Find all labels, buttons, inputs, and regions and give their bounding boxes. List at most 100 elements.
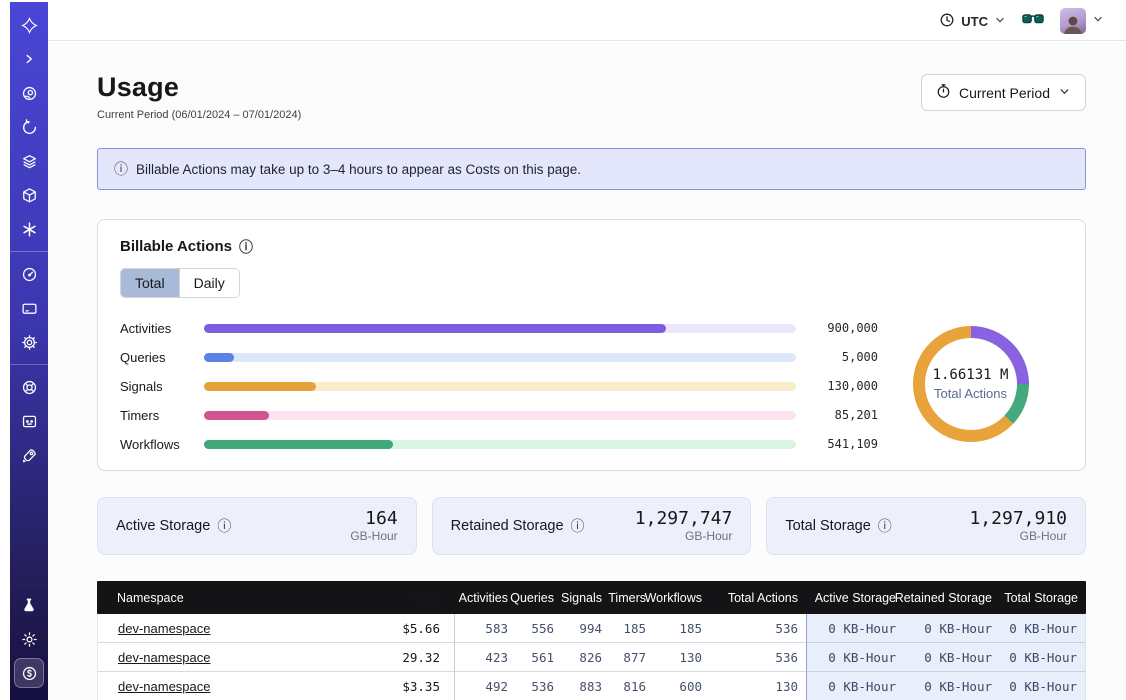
temporal-logo-icon [21,17,38,34]
bar-track [204,353,796,362]
total-storage-unit: GB-Hour [969,529,1067,543]
cell-active-storage: 0 KB-Hour [806,643,904,672]
sidebar-item-theme[interactable] [10,622,48,656]
retained-storage-card: Retained Storage ⓘ 1,297,747 GB-Hour [432,497,752,555]
billable-view-tabs: Total Daily [120,268,240,298]
cell-total-storage: 0 KB-Hour [1000,614,1086,643]
asterisk-icon [21,221,38,238]
tab-daily[interactable]: Daily [179,269,239,297]
sidebar-item-billing[interactable] [10,291,48,325]
sidebar-divider [10,251,48,252]
info-icon[interactable]: ⓘ [239,240,253,254]
cell-signals: 883 [562,672,610,700]
bar-label: Queries [120,350,192,365]
cell-queries: 536 [516,672,562,700]
billable-actions-card: Billable Actions ⓘ Total Daily Activitie… [97,219,1086,471]
bar-track [204,324,796,333]
stopwatch-icon [936,83,951,102]
col-header-total-storage: Total Storage [1000,581,1086,614]
chevron-down-icon [1092,12,1104,30]
bar-value: 541,109 [808,437,878,451]
bar-fill [204,440,393,449]
donut-center: 1.66131 M Total Actions [925,338,1017,430]
sidebar-item-deployments[interactable] [10,178,48,212]
cell-total-actions: 536 [710,614,806,643]
total-storage-value: 1,297,910 [969,509,1067,529]
namespace-link[interactable]: dev-namespace [118,621,211,636]
glasses-icon [1022,12,1044,31]
feedback-button[interactable] [1022,12,1044,31]
bar-track [204,411,796,420]
bar-label: Signals [120,379,192,394]
donut-total-value: 1.66131 M [933,367,1009,383]
sidebar-item-home[interactable] [10,8,48,42]
cell-queries: 561 [516,643,562,672]
usage-coin-icon [21,665,38,682]
cell-timers: 816 [610,672,654,700]
sidebar-item-metrics[interactable] [10,257,48,291]
col-header-queries: Queries [516,581,562,614]
bar-fill [204,382,316,391]
cell-cost: $3.35 [354,672,454,700]
bar-fill [204,411,269,420]
retained-storage-label: Retained Storage [451,518,564,534]
cell-activities: 423 [454,643,516,672]
table-row: dev-namespace $3.35 492 536 883 816 600 … [97,672,1086,700]
chevron-down-icon [1058,85,1071,101]
bar-value: 900,000 [808,321,878,335]
history-icon [21,119,38,136]
cell-total-storage: 0 KB-Hour [1000,643,1086,672]
billable-actions-title: Billable Actions [120,238,232,255]
donut-chart: 1.66131 M Total Actions [913,326,1029,442]
chevron-right-icon [22,52,36,66]
account-menu[interactable] [1060,8,1104,34]
sidebar-item-getting-started[interactable] [10,438,48,472]
namespace-link[interactable]: dev-namespace [118,679,211,694]
cell-queries: 556 [516,614,562,643]
namespace-usage-table: Namespace Cost Activities Queries Signal… [97,581,1086,700]
col-header-namespace: Namespace [97,581,354,614]
sidebar-divider [10,364,48,365]
cell-workflows: 600 [654,672,710,700]
retained-storage-value: 1,297,747 [635,509,733,529]
sidebar-item-namespaces[interactable] [10,76,48,110]
table-header-row: Namespace Cost Activities Queries Signal… [97,581,1086,614]
sidebar-item-layers[interactable] [10,144,48,178]
table-row: dev-namespace $5.66 583 556 994 185 185 … [97,614,1086,643]
timezone-label: UTC [961,14,988,29]
period-selector-button[interactable]: Current Period [921,74,1086,111]
cell-total-actions: 536 [710,643,806,672]
bar-value: 85,201 [808,408,878,422]
sidebar-item-settings[interactable] [10,325,48,359]
info-icon[interactable]: ⓘ [878,519,892,533]
cell-cost: 29.32 [354,643,454,672]
sidebar-collapse-toggle[interactable] [10,42,48,76]
active-storage-value: 164 [350,509,397,529]
storage-cards-row: Active Storage ⓘ 164 GB-Hour Retained St… [97,497,1086,555]
page-subtitle: Current Period (06/01/2024 – 07/01/2024) [97,109,301,121]
topbar: UTC [48,2,1126,41]
sidebar-item-docs[interactable] [10,404,48,438]
cell-timers: 877 [610,643,654,672]
sidebar-item-support[interactable] [10,370,48,404]
bar-row-workflows: Workflows 541,109 [120,438,878,450]
sidebar-item-schedules[interactable] [10,212,48,246]
active-storage-unit: GB-Hour [350,529,397,543]
sidebar-item-labs[interactable] [10,588,48,622]
sidebar-item-history[interactable] [10,110,48,144]
bar-track [204,382,796,391]
info-icon: ⓘ [114,162,128,176]
sidebar-item-usage[interactable] [10,656,48,690]
credit-card-icon [21,300,38,317]
tab-total[interactable]: Total [121,269,179,297]
retained-storage-unit: GB-Hour [635,529,733,543]
gauge-icon [21,266,38,283]
cell-active-storage: 0 KB-Hour [806,672,904,700]
table-row: dev-namespace 29.32 423 561 826 877 130 … [97,643,1086,672]
info-icon[interactable]: ⓘ [571,519,585,533]
timezone-selector[interactable]: UTC [939,12,1006,31]
namespace-link[interactable]: dev-namespace [118,650,211,665]
bar-fill [204,324,666,333]
bar-row-queries: Queries 5,000 [120,351,878,363]
info-icon[interactable]: ⓘ [217,519,231,533]
